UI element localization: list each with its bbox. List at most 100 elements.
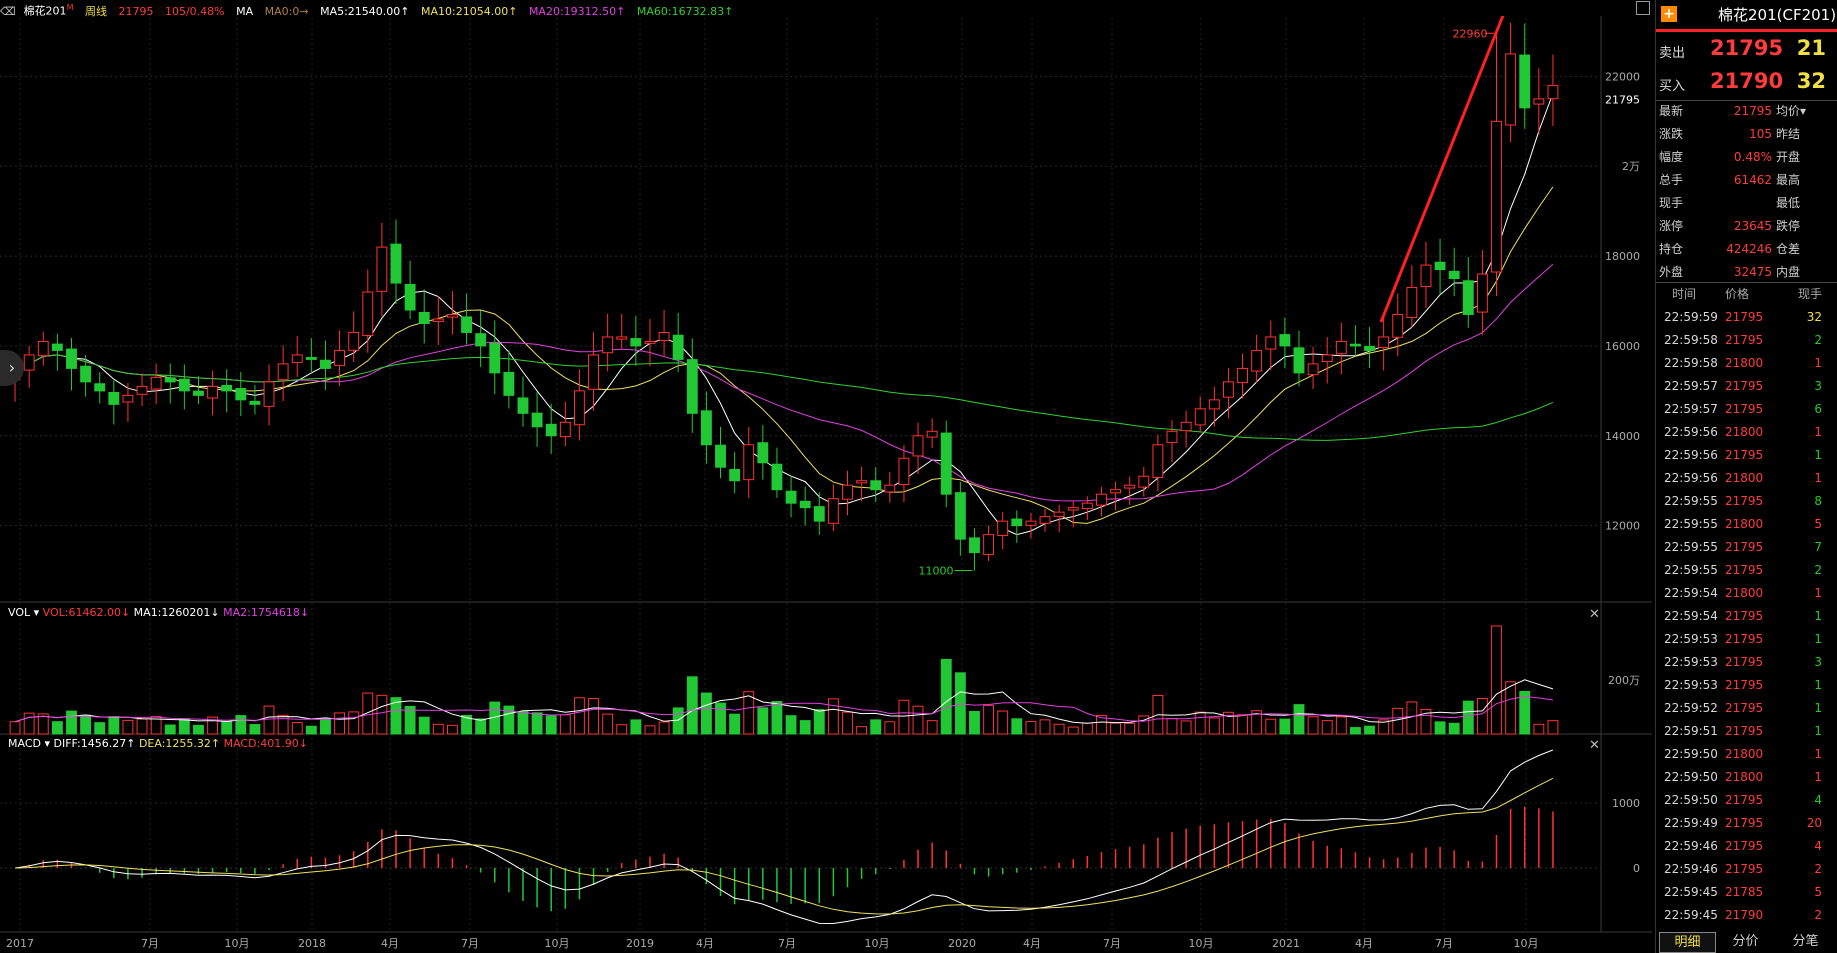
tick-time: 22:59:59 xyxy=(1664,310,1718,324)
tick-price: 21800 xyxy=(1725,747,1764,761)
tick-qty: 8 xyxy=(1814,494,1822,508)
tick-qty: 2 xyxy=(1814,563,1822,577)
candle-body xyxy=(503,371,515,396)
tick-qty: 1 xyxy=(1814,632,1822,646)
macd-indicator-select[interactable]: MACD xyxy=(8,737,41,750)
maximize-icon[interactable] xyxy=(1636,1,1650,15)
candle-body xyxy=(771,463,783,491)
volume-bar xyxy=(249,724,261,735)
symbol-name[interactable]: 棉花201 xyxy=(24,5,67,18)
candle-body xyxy=(475,333,487,347)
candle-body xyxy=(1505,53,1517,126)
indicator-select[interactable]: MA xyxy=(236,5,253,18)
tick-time: 22:59:56 xyxy=(1664,448,1718,462)
candle-body xyxy=(348,331,360,351)
candle-body xyxy=(686,359,698,414)
volume-bar xyxy=(1237,714,1248,735)
volume-bar xyxy=(531,712,543,735)
candle-body xyxy=(432,318,444,322)
candle-body xyxy=(1222,381,1234,398)
candle-body xyxy=(94,383,106,392)
stat-label-right: 内盘 xyxy=(1776,265,1801,279)
volume-bar xyxy=(1476,697,1488,735)
tick-qty: 1 xyxy=(1814,448,1822,462)
tick-row: 22:59:49 21795 20 xyxy=(1656,812,1837,835)
candle-body xyxy=(842,484,853,500)
volume-bar xyxy=(136,718,148,735)
stat-value: 32475 xyxy=(1733,265,1772,279)
tab-detail[interactable]: 明细 xyxy=(1659,932,1716,953)
stat-value: 23645 xyxy=(1733,219,1772,233)
volume-bar xyxy=(235,715,247,735)
volume-bar xyxy=(1462,700,1474,735)
chart-grid xyxy=(0,0,1652,933)
tick-row: 22:59:53 21795 3 xyxy=(1656,651,1837,674)
volume-bar xyxy=(305,725,317,735)
macd-dea: DEA:1255.32↑ xyxy=(138,737,221,750)
candle-body xyxy=(277,363,289,381)
candle-body xyxy=(1265,336,1277,350)
sell-label: 卖出 xyxy=(1659,46,1686,61)
volume-bar xyxy=(164,724,176,735)
x-tick-label: 2017 xyxy=(6,937,34,950)
candle-body xyxy=(136,385,148,395)
contract-title: 棉花201(CF201) xyxy=(1718,6,1837,24)
stat-label: 涨停 xyxy=(1659,219,1684,233)
candle-body xyxy=(178,378,190,392)
close-icon[interactable]: ✕ xyxy=(1589,738,1600,753)
candle-body xyxy=(390,243,402,284)
volume-bar xyxy=(1321,720,1333,735)
candle-body xyxy=(51,343,63,351)
tick-time: 22:59:45 xyxy=(1664,885,1718,899)
candle-body xyxy=(1039,516,1051,524)
volume-bar xyxy=(743,691,755,735)
candle-body xyxy=(799,500,811,509)
volume-bar xyxy=(658,721,670,735)
vol-indicator-select[interactable]: VOL xyxy=(8,606,30,619)
volume-bar xyxy=(221,721,233,735)
tick-price: 21795 xyxy=(1725,379,1764,393)
tick-price: 21795 xyxy=(1725,333,1764,347)
chart-toolbar: ⌫ 棉花201M 周线 21795 105/0.48% MA MA0:0→ MA5… xyxy=(0,0,1652,18)
tab-price[interactable]: 分价 xyxy=(1718,932,1773,951)
stat-label: 涨跌 xyxy=(1659,127,1684,141)
candle-body xyxy=(1279,334,1291,347)
volume-bar xyxy=(51,721,63,735)
volume-bar xyxy=(1081,722,1093,735)
quote-stat-row: 持仓 424246 仓差 xyxy=(1656,238,1837,261)
tick-price: 21795 xyxy=(1725,839,1764,853)
candle-body xyxy=(1152,444,1164,478)
volume-bar xyxy=(320,718,331,735)
close-icon[interactable]: ✕ xyxy=(1589,607,1600,622)
tick-row: 22:59:59 21795 32 xyxy=(1656,306,1837,329)
candle-body xyxy=(1053,511,1065,517)
volume-bar xyxy=(1166,718,1178,735)
add-icon[interactable]: + xyxy=(1661,6,1677,22)
stat-label-right: 均价▾ xyxy=(1776,104,1807,118)
tick-row: 22:59:57 21795 3 xyxy=(1656,375,1837,398)
candle-body xyxy=(1025,520,1037,526)
tick-time: 22:59:45 xyxy=(1664,908,1718,922)
ma20-line xyxy=(14,263,1554,502)
period-select[interactable]: 周线 xyxy=(85,5,107,18)
tick-qty: 6 xyxy=(1814,402,1822,416)
candle-body xyxy=(164,377,176,383)
volume-bar xyxy=(884,721,896,735)
candle-body xyxy=(644,340,656,344)
tick-time: 22:59:56 xyxy=(1664,471,1718,485)
back-icon[interactable]: ⌫ xyxy=(0,5,16,18)
tick-time: 22:59:57 xyxy=(1664,379,1718,393)
col-time: 时间 xyxy=(1672,287,1697,301)
volume-bar xyxy=(757,707,769,735)
candle-body xyxy=(404,283,416,311)
candle-body xyxy=(1293,347,1305,374)
stat-label-right: 开盘 xyxy=(1776,150,1801,164)
tab-trades[interactable]: 分笔 xyxy=(1778,932,1833,951)
kline-chart[interactable]: 22000 2万 18000 16000 14000 12000 2017 7月 10月 2018… xyxy=(0,0,1652,953)
candle-body xyxy=(320,359,331,369)
volume-bar xyxy=(842,711,853,735)
candle-body xyxy=(1533,98,1545,105)
tick-row: 22:59:50 21800 1 xyxy=(1656,743,1837,766)
quote-stat-row: 最新 21795 均价▾ xyxy=(1656,100,1837,123)
high-label: 22960 xyxy=(1453,27,1488,40)
